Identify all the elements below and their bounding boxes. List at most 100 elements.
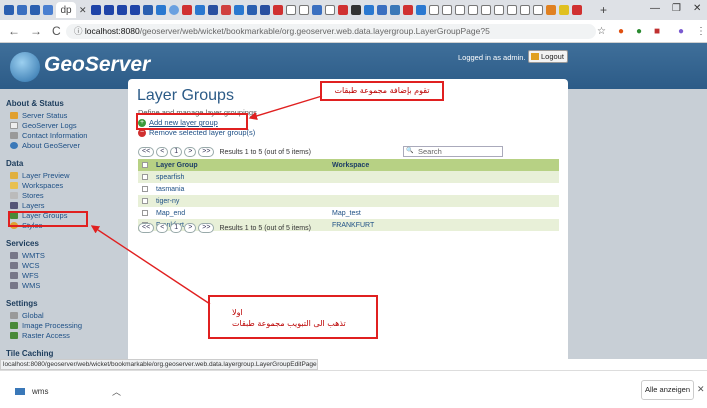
- show-all-button[interactable]: Alle anzeigen: [641, 380, 694, 400]
- sidebar-item-image-processing[interactable]: Image Processing: [10, 321, 82, 330]
- maximize-icon[interactable]: ❐: [672, 3, 681, 14]
- tab-favicon-icon[interactable]: [350, 5, 361, 15]
- tab-favicon-icon[interactable]: [17, 5, 27, 15]
- logout-button[interactable]: Logout: [528, 50, 568, 63]
- forward-icon[interactable]: →: [30, 24, 42, 38]
- tab-favicon-icon[interactable]: [363, 5, 374, 15]
- select-all-checkbox[interactable]: [142, 162, 148, 168]
- tab-favicon-icon[interactable]: [207, 5, 218, 15]
- search-input[interactable]: Search: [403, 146, 503, 157]
- pager-first-button[interactable]: <<: [138, 223, 155, 233]
- tab-close-icon[interactable]: ✕: [79, 5, 87, 16]
- tab-favicon-icon[interactable]: [194, 5, 205, 15]
- tab-favicon-icon[interactable]: [142, 5, 153, 15]
- tab-favicon-icon[interactable]: [532, 5, 543, 15]
- tab-favicon-icon[interactable]: [480, 5, 491, 15]
- window-close-icon[interactable]: ✕: [693, 3, 701, 14]
- tab-favicon-icon[interactable]: [181, 5, 192, 15]
- tab-favicon-icon[interactable]: [506, 5, 517, 15]
- profile-avatar-icon[interactable]: ●: [678, 26, 684, 37]
- workspace-link[interactable]: FRANKFURT: [332, 222, 374, 229]
- tab-favicon-icon[interactable]: [376, 5, 387, 15]
- reload-icon[interactable]: C: [52, 24, 61, 38]
- logo-text[interactable]: GeoServer: [44, 53, 150, 77]
- pager-last-button[interactable]: >>: [198, 147, 215, 157]
- sidebar-item-layers[interactable]: Layers: [10, 201, 45, 210]
- sidebar-item-about[interactable]: About GeoServer: [10, 141, 80, 150]
- tab-favicon-icon[interactable]: [90, 5, 101, 15]
- sidebar-item-stores[interactable]: Stores: [10, 191, 44, 200]
- row-checkbox[interactable]: [142, 210, 148, 216]
- tab-favicon-icon[interactable]: [168, 5, 179, 15]
- tab-favicon-icon[interactable]: [415, 5, 426, 15]
- active-tab[interactable]: dp: [56, 2, 76, 18]
- bookmark-star-icon[interactable]: ☆: [597, 26, 606, 37]
- extension-icon[interactable]: ●: [618, 26, 624, 37]
- close-icon[interactable]: ✕: [697, 384, 705, 395]
- workspace-link[interactable]: Map_test: [332, 210, 361, 217]
- tab-favicon-icon[interactable]: [558, 5, 569, 15]
- row-checkbox[interactable]: [142, 174, 148, 180]
- pager-last-button[interactable]: >>: [198, 223, 215, 233]
- pager-prev-button[interactable]: <: [156, 223, 169, 233]
- chevron-up-icon[interactable]: ︿: [112, 385, 121, 398]
- layer-group-link[interactable]: tiger-ny: [156, 198, 332, 205]
- pager-page-button[interactable]: 1: [170, 147, 183, 157]
- tab-favicon-icon[interactable]: [545, 5, 556, 15]
- pager-page-button[interactable]: 1: [170, 223, 183, 233]
- sidebar-item-server-status[interactable]: Server Status: [10, 111, 67, 120]
- sidebar-item-raster-access[interactable]: Raster Access: [10, 331, 70, 340]
- tab-favicon-icon[interactable]: [4, 5, 14, 15]
- tab-favicon-icon[interactable]: [129, 5, 140, 15]
- extension-icon[interactable]: ■: [654, 26, 660, 37]
- download-file-name[interactable]: wms: [32, 387, 48, 396]
- pager-prev-button[interactable]: <: [156, 147, 169, 157]
- tab-favicon-icon[interactable]: [402, 5, 413, 15]
- tab-favicon-icon[interactable]: [155, 5, 166, 15]
- pager-first-button[interactable]: <<: [138, 147, 155, 157]
- tab-favicon-icon[interactable]: [233, 5, 244, 15]
- minimize-icon[interactable]: —: [650, 3, 660, 14]
- tab-favicon-icon[interactable]: [428, 5, 439, 15]
- tab-favicon-icon[interactable]: [311, 5, 322, 15]
- tab-favicon-icon[interactable]: [441, 5, 452, 15]
- back-icon[interactable]: ←: [8, 24, 20, 38]
- tab-favicon-icon[interactable]: [259, 5, 270, 15]
- sidebar-item-global[interactable]: Global: [10, 311, 44, 320]
- tab-favicon-icon[interactable]: [493, 5, 504, 15]
- tab-favicon-icon[interactable]: [337, 5, 348, 15]
- tab-favicon-icon[interactable]: [389, 5, 400, 15]
- menu-icon[interactable]: ⋮: [696, 26, 706, 37]
- tab-favicon-icon[interactable]: [324, 5, 335, 15]
- row-checkbox[interactable]: [142, 186, 148, 192]
- tab-favicon-icon[interactable]: [272, 5, 283, 15]
- tab-favicon-icon[interactable]: [220, 5, 231, 15]
- layer-group-link[interactable]: Map_end: [156, 210, 332, 217]
- geoserver-logo-icon[interactable]: [10, 52, 40, 82]
- sidebar-item-wms[interactable]: WMS: [10, 281, 40, 290]
- layer-group-link[interactable]: spearfish: [156, 174, 332, 181]
- row-checkbox[interactable]: [142, 198, 148, 204]
- tab-favicon-icon[interactable]: [43, 5, 53, 15]
- sidebar-item-wfs[interactable]: WFS: [10, 271, 39, 280]
- column-header-layer-group[interactable]: Layer Group: [156, 162, 332, 169]
- sidebar-item-wcs[interactable]: WCS: [10, 261, 40, 270]
- tab-favicon-icon[interactable]: [519, 5, 530, 15]
- sidebar-item-wmts[interactable]: WMTS: [10, 251, 45, 260]
- url-field[interactable]: ⓘ localhost:8080/geoserver/web/wicket/bo…: [66, 24, 596, 39]
- layer-group-link[interactable]: tasmania: [156, 186, 332, 193]
- sidebar-item-layer-preview[interactable]: Layer Preview: [10, 171, 70, 180]
- sidebar-item-logs[interactable]: GeoServer Logs: [10, 121, 77, 130]
- new-tab-icon[interactable]: +: [600, 3, 607, 17]
- pager-next-button[interactable]: >: [184, 147, 197, 157]
- tab-favicon-icon[interactable]: [103, 5, 114, 15]
- tab-favicon-icon[interactable]: [571, 5, 582, 15]
- tab-favicon-icon[interactable]: [116, 5, 127, 15]
- extension-icon[interactable]: ●: [636, 26, 642, 37]
- sidebar-item-contact[interactable]: Contact Information: [10, 131, 87, 140]
- tab-favicon-icon[interactable]: [454, 5, 465, 15]
- pager-next-button[interactable]: >: [184, 223, 197, 233]
- tab-favicon-icon[interactable]: [30, 5, 40, 15]
- tab-favicon-icon[interactable]: [467, 5, 478, 15]
- tab-favicon-icon[interactable]: [246, 5, 257, 15]
